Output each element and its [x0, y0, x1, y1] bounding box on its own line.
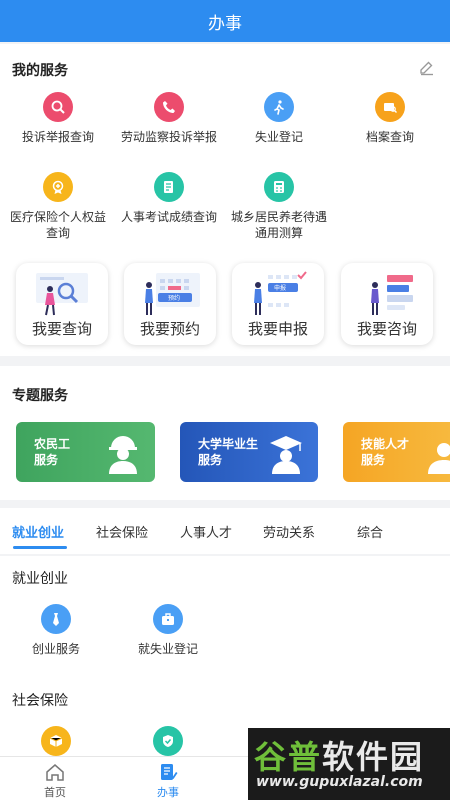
nav-label: 首页	[44, 786, 66, 799]
consult-illustration	[371, 275, 413, 315]
banner-skilled-talent[interactable]: 技能人才 服务	[343, 422, 450, 482]
service-label: 失业登记	[254, 130, 303, 144]
watermark-url: www.gupuxlazal.com	[256, 774, 423, 790]
quick-action-appointment[interactable]: 预约 我要预约	[124, 263, 216, 345]
calculator-icon	[264, 172, 294, 202]
tab-general[interactable]: 综合	[357, 522, 383, 541]
special-services-title: 专题服务	[12, 388, 68, 404]
service-label: 人事考试成绩查询	[120, 210, 217, 224]
service-label: 就失业登记	[137, 642, 198, 656]
banner-graduates[interactable]: 大学毕业生 服务	[180, 422, 318, 482]
social-insurance-section-title: 社会保险	[12, 693, 68, 709]
service-label: 医疗保险个人权益查询	[9, 210, 106, 240]
service-labor-inspection[interactable]: 劳动监察投诉举报	[113, 92, 225, 145]
tab-social-insurance[interactable]: 社会保险	[96, 522, 148, 541]
tab-personnel-talent[interactable]: 人事人才	[180, 522, 232, 541]
folder-search-icon	[375, 92, 405, 122]
watermark-title: 谷普软件园	[254, 738, 425, 776]
quick-action-declare[interactable]: 申报 我要申报	[232, 263, 324, 345]
tab-labor-relations[interactable]: 劳动关系	[263, 522, 315, 541]
query-illustration	[36, 273, 88, 316]
appointment-illustration: 预约	[145, 273, 200, 315]
service-label: 创业服务	[31, 642, 80, 656]
service-label: 档案查询	[365, 130, 414, 144]
top-bar: 办事	[0, 0, 450, 42]
document-pen-icon	[161, 764, 178, 780]
box-icon	[41, 726, 71, 756]
quick-action-label: 我要预约	[139, 320, 200, 338]
quick-action-query[interactable]: 我要查询	[16, 263, 108, 345]
home-icon	[46, 764, 64, 781]
service-pension-calculator[interactable]: 城乡居民养老待遇通用测算	[223, 172, 335, 241]
service-employment-registration[interactable]: 就失业登记	[112, 604, 224, 657]
service-entrepreneurship[interactable]: 创业服务	[0, 604, 112, 657]
service-label: 劳动监察投诉举报	[120, 130, 217, 144]
declare-tag: 申报	[274, 284, 286, 292]
quick-action-label: 我要申报	[247, 320, 308, 338]
tie-icon	[41, 604, 71, 634]
service-label: 投诉举报查询	[21, 130, 94, 144]
nav-services[interactable]: 办事	[138, 761, 198, 800]
watermark: 谷普软件园 www.gupuxlazal.com	[248, 728, 450, 800]
service-medical-insurance-query[interactable]: 医疗保险个人权益查询	[2, 172, 114, 241]
graduation-cap-icon	[270, 436, 302, 474]
service-exam-score-query[interactable]: 人事考试成绩查询	[113, 172, 225, 225]
medical-badge-icon	[43, 172, 73, 202]
service-archive-query[interactable]: 档案查询	[334, 92, 446, 145]
shield-check-icon	[153, 726, 183, 756]
pencil-icon[interactable]	[418, 58, 436, 76]
quick-action-consult[interactable]: 我要咨询	[341, 263, 433, 345]
phone-icon	[154, 92, 184, 122]
service-social-insurance-2[interactable]	[112, 726, 224, 756]
worker-helmet-icon	[109, 436, 137, 474]
service-social-insurance-1[interactable]	[0, 726, 112, 756]
declare-illustration: 申报	[254, 271, 307, 315]
tab-employment[interactable]: 就业创业	[12, 522, 64, 541]
briefcase-icon	[153, 604, 183, 634]
quick-action-label: 我要查询	[31, 320, 92, 338]
nav-label: 办事	[157, 786, 179, 799]
service-complaint-query[interactable]: 投诉举报查询	[2, 92, 114, 145]
search-complaint-icon	[43, 92, 73, 122]
service-unemployment-registration[interactable]: 失业登记	[223, 92, 335, 145]
quick-action-label: 我要咨询	[356, 320, 417, 338]
banner-migrant-workers[interactable]: 农民工 服务	[16, 422, 155, 482]
my-services-title: 我的服务	[12, 63, 68, 79]
service-label: 城乡居民养老待遇通用测算	[230, 210, 327, 240]
active-tab-indicator	[13, 546, 67, 549]
exam-doc-icon	[154, 172, 184, 202]
skill-person-icon	[428, 443, 450, 474]
nav-home[interactable]: 首页	[25, 761, 85, 800]
appointment-tag: 预约	[168, 294, 180, 302]
walking-person-icon	[264, 92, 294, 122]
employment-section-title: 就业创业	[12, 571, 68, 587]
page-title: 办事	[208, 13, 242, 34]
category-tabs: 就业创业 社会保险 人事人才 劳动关系 综合	[0, 508, 450, 554]
